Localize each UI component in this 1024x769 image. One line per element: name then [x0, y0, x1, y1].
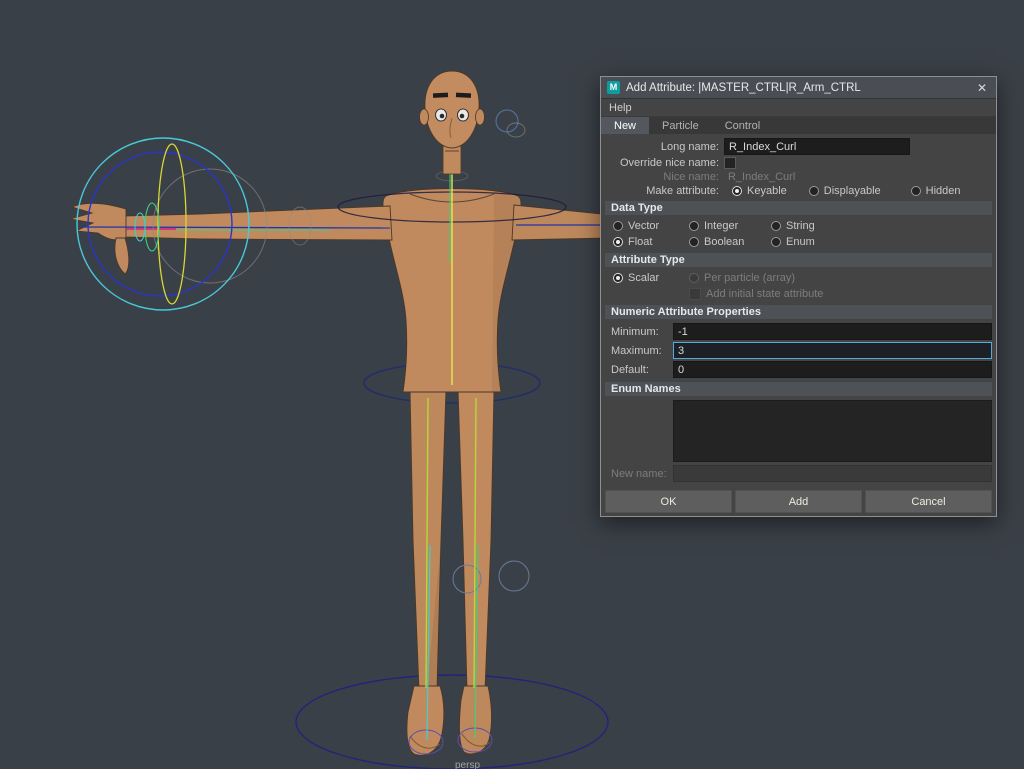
maya-app-icon: M	[607, 81, 620, 94]
dialog-tabbar: New Particle Control	[601, 117, 996, 134]
radio-keyable-label: Keyable	[747, 185, 787, 197]
maximum-label: Maximum:	[605, 345, 673, 357]
dialog-titlebar[interactable]: M Add Attribute: |MASTER_CTRL|R_Arm_CTRL…	[601, 77, 996, 99]
add-attribute-dialog: M Add Attribute: |MASTER_CTRL|R_Arm_CTRL…	[600, 76, 997, 517]
radio-hidden-label: Hidden	[926, 185, 961, 197]
radio-boolean[interactable]	[689, 237, 699, 247]
eyebrow-right	[456, 93, 471, 98]
numeric-properties-header: Numeric Attribute Properties	[605, 305, 992, 319]
eyebrow-left	[433, 93, 448, 98]
eye-control-circle[interactable]	[507, 123, 525, 137]
override-nice-name-row: Override nice name:	[605, 157, 992, 169]
radio-vector-label: Vector	[628, 220, 659, 232]
dialog-button-row: OK Add Cancel	[605, 487, 992, 514]
enum-names-list[interactable]	[673, 400, 992, 462]
radio-float[interactable]	[613, 237, 623, 247]
new-name-input[interactable]	[673, 465, 992, 482]
default-input[interactable]	[673, 361, 992, 378]
radio-per-particle-label: Per particle (array)	[704, 272, 795, 284]
radio-displayable-label: Displayable	[824, 185, 881, 197]
dialog-content: Long name: Override nice name: Nice name…	[601, 134, 996, 516]
tab-control[interactable]: Control	[712, 117, 773, 134]
make-attribute-row: Make attribute: Keyable Displayable Hidd…	[605, 185, 992, 197]
default-label: Default:	[605, 364, 673, 376]
minimum-label: Minimum:	[605, 326, 673, 338]
pole-vector-control-circle[interactable]	[499, 561, 529, 591]
data-type-row-2: Float Boolean Enum	[605, 236, 992, 248]
camera-label: persp	[455, 760, 480, 769]
character-legs[interactable]	[410, 390, 494, 690]
initial-state-row: Add initial state attribute	[605, 288, 992, 300]
make-attribute-label: Make attribute:	[605, 185, 719, 197]
character-feet[interactable]	[407, 686, 492, 755]
ok-button[interactable]: OK	[605, 490, 732, 513]
nice-name-row: Nice name: R_Index_Curl	[605, 171, 992, 183]
cancel-button[interactable]: Cancel	[865, 490, 992, 513]
nice-name-value: R_Index_Curl	[724, 171, 795, 183]
radio-integer[interactable]	[689, 221, 699, 231]
radio-enum-label: Enum	[786, 236, 815, 248]
radio-displayable[interactable]	[809, 186, 819, 196]
initial-state-label: Add initial state attribute	[706, 288, 823, 300]
radio-string-label: String	[786, 220, 815, 232]
minimum-row: Minimum:	[605, 323, 992, 340]
data-type-row-1: Vector Integer String	[605, 220, 992, 232]
radio-hidden[interactable]	[911, 186, 921, 196]
radio-string[interactable]	[771, 221, 781, 231]
radio-scalar[interactable]	[613, 273, 623, 283]
tab-particle[interactable]: Particle	[649, 117, 712, 134]
nice-name-label: Nice name:	[605, 171, 719, 183]
radio-keyable[interactable]	[732, 186, 742, 196]
radio-enum[interactable]	[771, 237, 781, 247]
character-arms[interactable]	[70, 203, 612, 274]
tab-new[interactable]: New	[601, 117, 649, 134]
close-icon[interactable]: ✕	[974, 81, 990, 95]
radio-scalar-label: Scalar	[628, 272, 659, 284]
new-name-row: New name:	[605, 465, 992, 482]
radio-boolean-label: Boolean	[704, 236, 744, 248]
maximum-input[interactable]	[673, 342, 992, 359]
long-name-row: Long name:	[605, 138, 992, 155]
override-nice-name-checkbox[interactable]	[724, 157, 736, 169]
dialog-menubar: Help	[601, 99, 996, 117]
default-row: Default:	[605, 361, 992, 378]
master-control-circle[interactable]	[296, 675, 608, 769]
dialog-title: Add Attribute: |MASTER_CTRL|R_Arm_CTRL	[626, 82, 968, 94]
initial-state-checkbox[interactable]	[689, 288, 701, 300]
add-button[interactable]: Add	[735, 490, 862, 513]
new-name-label: New name:	[605, 468, 673, 480]
maximum-row: Maximum:	[605, 342, 992, 359]
radio-float-label: Float	[628, 236, 652, 248]
enum-names-header: Enum Names	[605, 382, 992, 396]
data-type-header: Data Type	[605, 201, 992, 215]
radio-integer-label: Integer	[704, 220, 738, 232]
minimum-input[interactable]	[673, 323, 992, 340]
attribute-type-row: Scalar Per particle (array)	[605, 272, 992, 284]
radio-per-particle[interactable]	[689, 273, 699, 283]
override-nice-name-label: Override nice name:	[605, 157, 719, 169]
long-name-label: Long name:	[605, 141, 719, 153]
character-head[interactable]	[420, 71, 485, 174]
menu-help[interactable]: Help	[609, 102, 632, 114]
radio-vector[interactable]	[613, 221, 623, 231]
long-name-input[interactable]	[724, 138, 910, 155]
attribute-type-header: Attribute Type	[605, 253, 992, 267]
